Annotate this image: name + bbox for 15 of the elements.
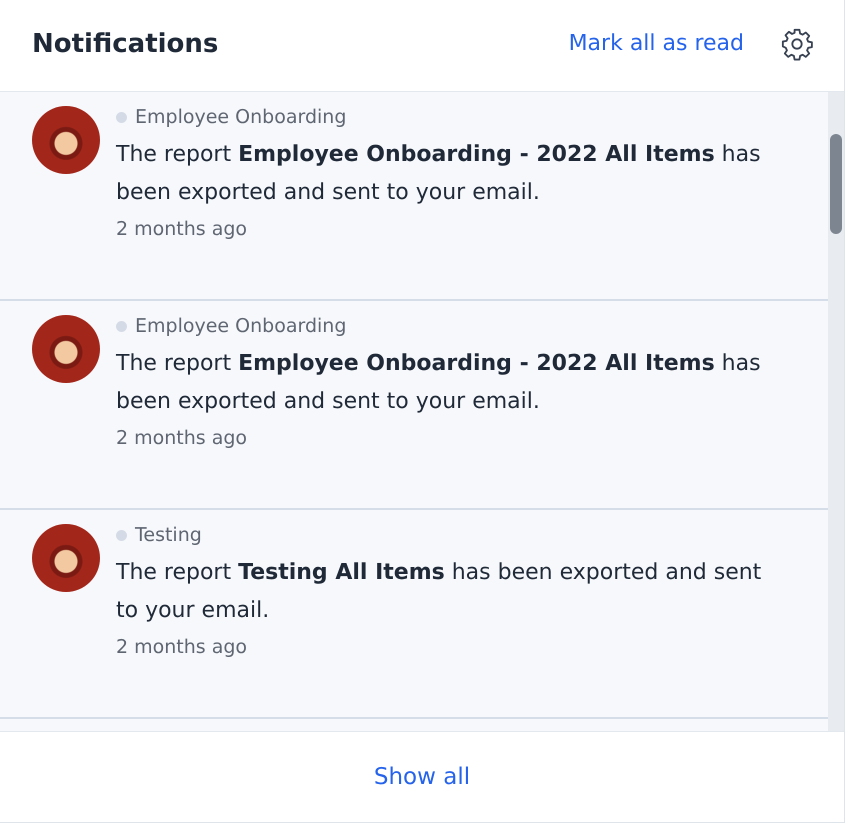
mark-all-read-link[interactable]: Mark all as read [568,31,744,56]
notification-time: 2 months ago [116,636,248,658]
scrollbar-track[interactable] [828,92,844,731]
panel-title: Notifications [32,28,220,58]
notification-time: 2 months ago [116,218,248,240]
notification-message: The report Employee Onboarding - 2022 All Items has been exported and sent to your email. [116,350,762,416]
settings-icon[interactable] [780,26,814,60]
notification-message: The report Employee Onboarding - 2022 All Items has been exported and sent to your email. [116,141,762,207]
notification-source: Testing [135,524,202,546]
notification-source: Employee Onboarding [135,106,346,128]
show-all-link[interactable]: Show all [374,764,470,790]
notification-message: The report Testing All Items has been exported and sent to your email. [116,559,762,625]
scrollbar-thumb[interactable] [830,134,842,234]
notification-source: Employee Onboarding [135,315,346,337]
notification-time: 2 months ago [116,427,248,449]
